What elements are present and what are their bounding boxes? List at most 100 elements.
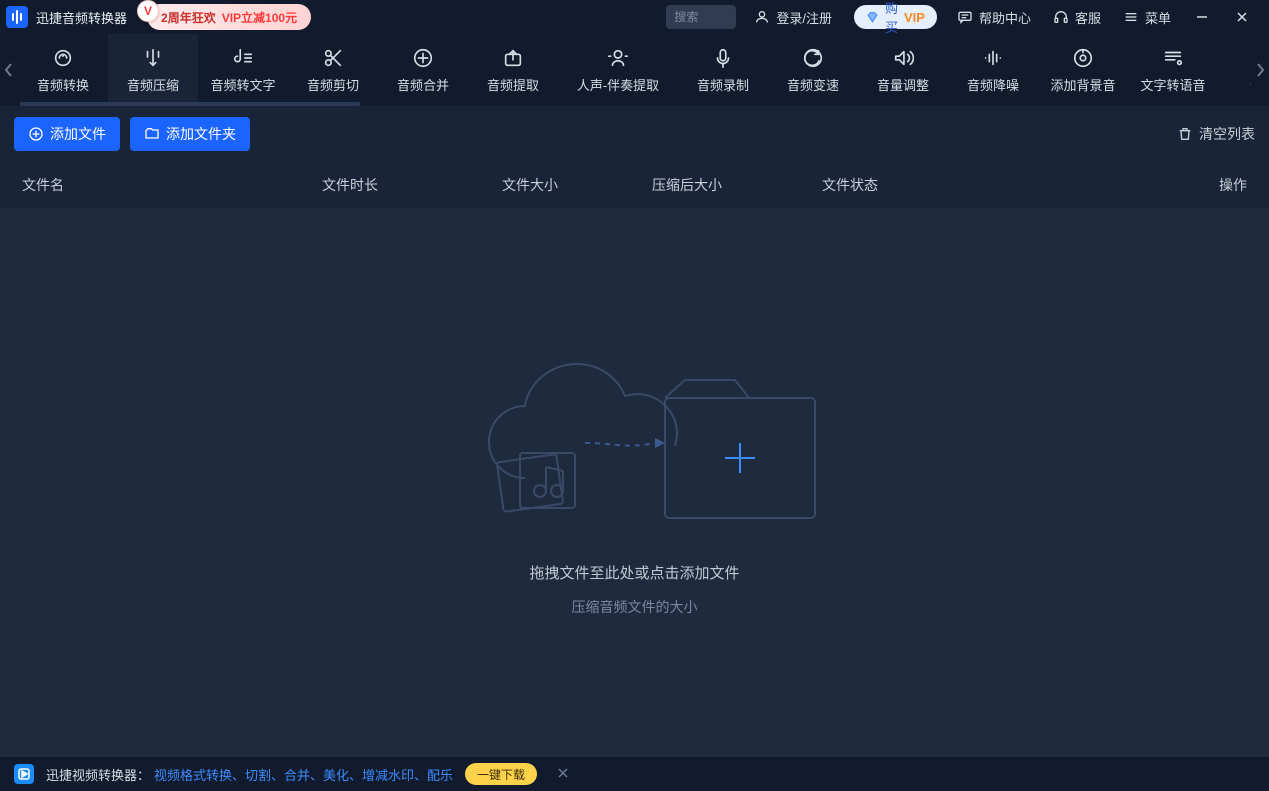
add-folder-button[interactable]: 添加文件夹 bbox=[130, 117, 250, 151]
trash-icon bbox=[1177, 126, 1193, 142]
toolstrip-scrollbar[interactable] bbox=[20, 102, 1249, 106]
th-status: 文件状态 bbox=[822, 175, 1002, 195]
app-logo bbox=[6, 6, 28, 28]
help-label: 帮助中心 bbox=[979, 8, 1031, 27]
close-icon bbox=[557, 767, 569, 779]
compress-icon bbox=[142, 47, 164, 69]
plus-circle-icon bbox=[28, 126, 44, 142]
tool-vocal-split[interactable]: 人声-伴奏提取 bbox=[558, 34, 678, 106]
drop-sub-text: 压缩音频文件的大小 bbox=[572, 597, 698, 617]
promo-banner[interactable]: V 2周年狂欢 VIP立减100元 bbox=[147, 4, 311, 30]
tool-to-text[interactable]: 音频转文字 bbox=[198, 34, 288, 106]
th-action: 操作 bbox=[1187, 175, 1247, 195]
th-compressed-size: 压缩后大小 bbox=[652, 175, 822, 195]
tool-convert[interactable]: 音频转换 bbox=[18, 34, 108, 106]
hamburger-icon bbox=[1123, 9, 1139, 25]
title-bar: 迅捷音频转换器 V 2周年狂欢 VIP立减100元 登录/注册 购买VIP 帮助… bbox=[0, 0, 1269, 34]
buy-vip-button[interactable]: 购买VIP bbox=[854, 5, 937, 29]
search-box[interactable] bbox=[666, 5, 736, 29]
table-header: 文件名 文件时长 文件大小 压缩后大小 文件状态 操作 bbox=[0, 162, 1269, 208]
tool-strip: 音频转换 音频压缩 音频转文字 音频剪切 音频合并 音频提取 人声-伴奏提取 音频录制 音频变速… bbox=[0, 34, 1269, 106]
footer-close-button[interactable] bbox=[557, 766, 569, 782]
tool-label: 文字转语音 bbox=[1140, 75, 1205, 94]
tool-label: 音频剪切 bbox=[307, 75, 359, 94]
th-duration: 文件时长 bbox=[322, 175, 502, 195]
add-file-label: 添加文件 bbox=[50, 124, 106, 144]
add-file-button[interactable]: 添加文件 bbox=[14, 117, 120, 151]
chat-icon bbox=[957, 9, 973, 25]
minimize-icon bbox=[1195, 10, 1209, 24]
tool-speed[interactable]: 音频变速 bbox=[768, 34, 858, 106]
record-icon bbox=[712, 47, 734, 69]
folder-icon bbox=[144, 126, 160, 142]
clear-list-button[interactable]: 清空列表 bbox=[1177, 124, 1255, 144]
tool-fade[interactable]: 淡入 bbox=[1218, 34, 1251, 106]
footer-prefix: 迅捷视频转换器： bbox=[46, 765, 150, 784]
cut-icon bbox=[322, 47, 344, 69]
tool-denoise[interactable]: 音频降噪 bbox=[948, 34, 1038, 106]
bgm-icon bbox=[1072, 47, 1094, 69]
convert-icon bbox=[52, 47, 74, 69]
action-bar: 添加文件 添加文件夹 清空列表 bbox=[0, 106, 1269, 162]
tool-label: 音频提取 bbox=[487, 75, 539, 94]
menu-label: 菜单 bbox=[1145, 8, 1171, 27]
search-input[interactable] bbox=[674, 10, 722, 24]
speed-icon bbox=[802, 47, 824, 69]
minimize-button[interactable] bbox=[1189, 4, 1215, 30]
help-center-button[interactable]: 帮助中心 bbox=[957, 8, 1031, 27]
empty-illustration-icon bbox=[435, 348, 835, 548]
vocal-split-icon bbox=[607, 47, 629, 69]
tool-volume[interactable]: 音量调整 bbox=[858, 34, 948, 106]
clear-list-label: 清空列表 bbox=[1199, 124, 1255, 144]
scroll-left-button[interactable] bbox=[0, 34, 18, 106]
tool-label: 添加背景音 bbox=[1050, 75, 1115, 94]
tool-label: 音频录制 bbox=[697, 75, 749, 94]
close-button[interactable] bbox=[1229, 4, 1255, 30]
chevron-left-icon bbox=[4, 62, 14, 78]
diamond-icon bbox=[866, 11, 879, 24]
tool-extract[interactable]: 音频提取 bbox=[468, 34, 558, 106]
service-label: 客服 bbox=[1075, 8, 1101, 27]
tool-merge[interactable]: 音频合并 bbox=[378, 34, 468, 106]
headset-icon bbox=[1053, 9, 1069, 25]
tool-label: 音频压缩 bbox=[127, 75, 179, 94]
vip-badge-icon: V bbox=[137, 0, 159, 22]
chevron-right-icon bbox=[1255, 62, 1265, 78]
footer-bar: 迅捷视频转换器： 视频格式转换、切割、合并、美化、增减水印、配乐 一键下载 bbox=[0, 757, 1269, 791]
menu-button[interactable]: 菜单 bbox=[1123, 8, 1171, 27]
tool-label: 音量调整 bbox=[877, 75, 929, 94]
th-filename: 文件名 bbox=[22, 175, 322, 195]
th-filesize: 文件大小 bbox=[502, 175, 652, 195]
add-folder-label: 添加文件夹 bbox=[166, 124, 236, 144]
to-text-icon bbox=[232, 47, 254, 69]
customer-service-button[interactable]: 客服 bbox=[1053, 8, 1101, 27]
drop-hint-text: 拖拽文件至此处或点击添加文件 bbox=[529, 562, 739, 583]
tool-label: 音频转文字 bbox=[210, 75, 275, 94]
denoise-icon bbox=[982, 47, 1004, 69]
download-button[interactable]: 一键下载 bbox=[465, 763, 537, 785]
tool-bgm[interactable]: 添加背景音 bbox=[1038, 34, 1128, 106]
tool-tts[interactable]: 文字转语音 bbox=[1128, 34, 1218, 106]
scrollbar-thumb[interactable] bbox=[20, 102, 360, 106]
drop-zone[interactable]: 拖拽文件至此处或点击添加文件 压缩音频文件的大小 bbox=[0, 208, 1269, 757]
close-icon bbox=[1235, 10, 1249, 24]
scroll-right-button[interactable] bbox=[1251, 34, 1269, 106]
merge-icon bbox=[412, 47, 434, 69]
login-label: 登录/注册 bbox=[776, 8, 832, 27]
login-button[interactable]: 登录/注册 bbox=[754, 8, 832, 27]
user-icon bbox=[754, 9, 770, 25]
tool-label: 音频合并 bbox=[397, 75, 449, 94]
app-title: 迅捷音频转换器 bbox=[36, 8, 127, 27]
promo-text: 2周年狂欢 bbox=[161, 9, 216, 26]
footer-app-icon bbox=[14, 764, 34, 784]
footer-desc: 视频格式转换、切割、合并、美化、增减水印、配乐 bbox=[154, 765, 453, 784]
tool-cut[interactable]: 音频剪切 bbox=[288, 34, 378, 106]
tool-label: 人声-伴奏提取 bbox=[577, 75, 659, 94]
tool-record[interactable]: 音频录制 bbox=[678, 34, 768, 106]
tool-label: 音频变速 bbox=[787, 75, 839, 94]
tool-compress[interactable]: 音频压缩 bbox=[108, 34, 198, 106]
volume-icon bbox=[892, 47, 914, 69]
tool-label: 音频转换 bbox=[37, 75, 89, 94]
extract-icon bbox=[502, 47, 524, 69]
tts-icon bbox=[1162, 47, 1184, 69]
